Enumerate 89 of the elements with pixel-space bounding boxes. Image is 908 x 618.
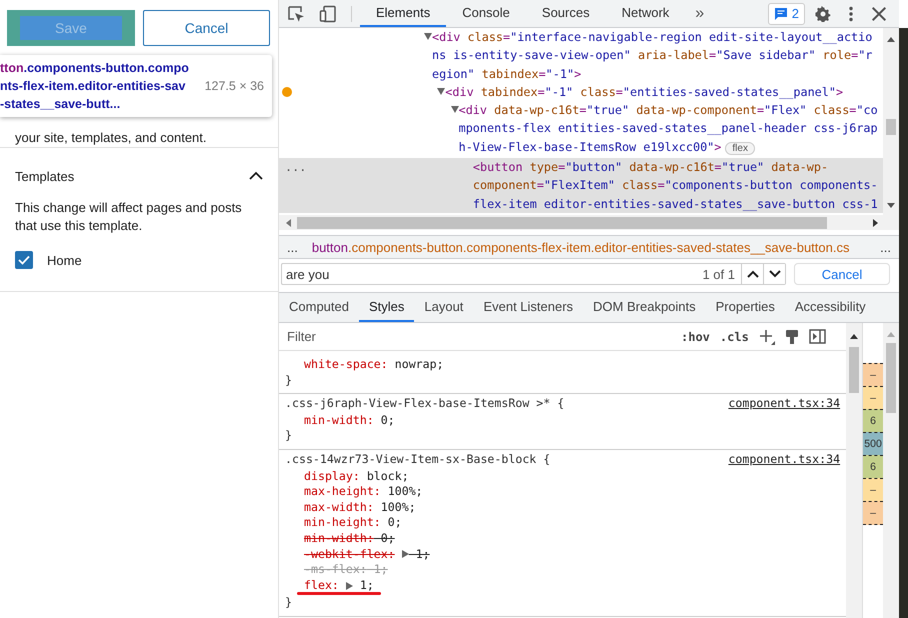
closing-brace: } — [285, 372, 293, 388]
closing-brace: } — [285, 428, 293, 444]
scroll-down-icon[interactable] — [887, 203, 895, 209]
expanded-triangle-icon[interactable] — [450, 106, 459, 114]
section-title: Templates — [15, 168, 74, 184]
issue-dot — [282, 86, 292, 97]
dom-node[interactable]: ... <button type="button" data-wp-c16t="true" data-wp- component="FlexItem" class="components-button components- flex-item editor-entities-saved-states__save-button css-1 — [279, 158, 883, 213]
dom-node[interactable]: <div class="interface-navigable-region edit-site-layout__actio ns is-entity-save-view-open" aria-label="Save sidebar" role="r egion" tabindex="-1"> — [279, 28, 883, 83]
expanded-triangle-icon[interactable] — [437, 88, 446, 96]
close-icon[interactable] — [871, 6, 887, 22]
styles-scrollbar[interactable] — [846, 323, 862, 618]
scrollbar-thumb[interactable] — [886, 343, 896, 413]
intro-text: your site, templates, and content. — [15, 129, 208, 147]
class-toggle-button[interactable]: .cls — [720, 330, 749, 344]
search-field[interactable]: are you 1 of 1 — [281, 263, 786, 285]
breadcrumb-item[interactable]: button.components-button.components-flex-item.editor-entities-saved-states__save-button.cs — [312, 240, 866, 254]
css-declaration[interactable]: max-width: 100%; — [304, 500, 416, 516]
expand-triangle-icon[interactable] — [402, 550, 409, 558]
panel-tab[interactable]: Console — [446, 0, 526, 27]
expanded-triangle-icon[interactable] — [424, 33, 432, 41]
computed-scrollbar[interactable] — [883, 323, 899, 618]
css-selector: .css-14wzr73-View-Item-sx-Base-block { — [285, 452, 550, 468]
panel-tab[interactable]: Network — [606, 0, 686, 27]
cancel-search-button[interactable]: Cancel — [794, 263, 890, 285]
box-model-value: – — [863, 478, 884, 501]
box-model-value: 6 — [863, 455, 884, 478]
css-selector: .css-j6raph-View-Flex-base-ItemsRow >* { — [285, 396, 564, 412]
paint-roller-icon[interactable] — [784, 328, 799, 344]
css-declaration[interactable]: min-width: 0; — [304, 412, 395, 428]
css-declaration[interactable]: flex: 1; — [304, 578, 374, 594]
sidebar-tab[interactable]: Properties — [706, 293, 785, 322]
box-model-value: 6 — [863, 409, 884, 432]
scroll-up-icon[interactable] — [887, 36, 895, 42]
css-declaration[interactable]: -webkit-flex: 1; — [304, 546, 430, 562]
box-model-value: 500 — [863, 432, 884, 455]
panel-tab[interactable]: Sources — [526, 0, 606, 27]
sidebar-toggle-icon[interactable] — [808, 329, 826, 344]
next-match-button[interactable] — [763, 264, 785, 284]
sidebar-tab[interactable]: Layout — [414, 293, 474, 322]
cancel-button[interactable]: Cancel — [143, 10, 270, 46]
scroll-up-icon[interactable] — [850, 333, 858, 339]
node-menu-button[interactable]: ... — [285, 160, 306, 174]
box-model-value: – — [863, 363, 884, 386]
sidebar-tab[interactable]: Accessibility — [784, 293, 876, 322]
css-declaration[interactable]: white-space: nowrap; — [304, 357, 444, 373]
chevron-up-icon[interactable] — [249, 171, 263, 181]
horizontal-scrollbar[interactable] — [279, 215, 899, 230]
scrollbar-thumb[interactable] — [886, 119, 896, 135]
box-model-value: – — [863, 501, 884, 525]
flex-badge[interactable]: flex — [725, 142, 755, 155]
settings-icon[interactable] — [815, 6, 831, 22]
scroll-right-icon[interactable] — [873, 218, 879, 226]
section-description: This change will affect pages and posts that use this template. — [15, 199, 243, 235]
sidebar-tab[interactable]: Event Listeners — [473, 293, 584, 322]
closing-brace: } — [285, 595, 293, 611]
inspect-cursor-icon[interactable] — [287, 4, 305, 22]
match-count: 1 of 1 — [702, 266, 736, 282]
sidebar-tab[interactable]: Styles — [358, 293, 414, 322]
issues-button[interactable]: 2 — [768, 2, 805, 24]
hover-state-button[interactable]: :hov — [681, 330, 710, 344]
css-declaration[interactable]: display: block; — [304, 468, 409, 484]
dom-node[interactable]: <div tabindex="-1" class="entities-saved-states__panel"> — [279, 82, 883, 102]
element-size: 127.5 × 36 — [204, 79, 264, 93]
more-tabs-button[interactable]: » — [685, 4, 714, 22]
scrollbar-thumb[interactable] — [297, 216, 827, 228]
dom-node[interactable]: <div data-wp-c16t="true" data-wp-component="Flex" class="co mponents-flex entities-saved-states__panel-header css-j6rap h-View-Flex-base-ItemsRow e19lxcc00"> flex — [279, 101, 883, 158]
breadcrumb-scroll-right[interactable]: ... — [880, 240, 891, 254]
css-declaration[interactable]: min-width: 0; — [304, 530, 395, 547]
scrollbar-thumb[interactable] — [849, 347, 860, 393]
checkbox[interactable] — [15, 251, 33, 269]
checkbox-label: Home — [47, 252, 82, 268]
source-link[interactable]: component.tsx:34 — [728, 396, 840, 412]
plus-icon[interactable] — [758, 328, 775, 344]
panel-tab[interactable]: Elements — [360, 0, 446, 27]
chevron-down-icon — [768, 270, 780, 278]
source-link[interactable]: component.tsx:34 — [728, 452, 840, 468]
sidebar-tab[interactable]: DOM Breakpoints — [583, 293, 706, 322]
sidebar-tab[interactable]: Computed — [279, 293, 359, 322]
device-toolbar-icon[interactable] — [319, 4, 337, 22]
chevron-up-icon — [746, 270, 758, 278]
expand-triangle-icon[interactable] — [346, 582, 353, 590]
element-selector: tton.components-button.compo nts-flex-item.editor-entities-sav -states__save-butt... — [0, 60, 189, 113]
css-declaration[interactable]: max-height: 100%; — [304, 484, 423, 500]
scroll-left-icon[interactable] — [285, 218, 291, 226]
message-icon — [774, 6, 788, 20]
css-declaration[interactable]: min-height: 0; — [304, 515, 402, 531]
box-model-value: – — [863, 386, 884, 409]
breadcrumb-scroll-left[interactable]: ... — [287, 240, 298, 254]
vertical-scrollbar[interactable] — [883, 28, 899, 215]
